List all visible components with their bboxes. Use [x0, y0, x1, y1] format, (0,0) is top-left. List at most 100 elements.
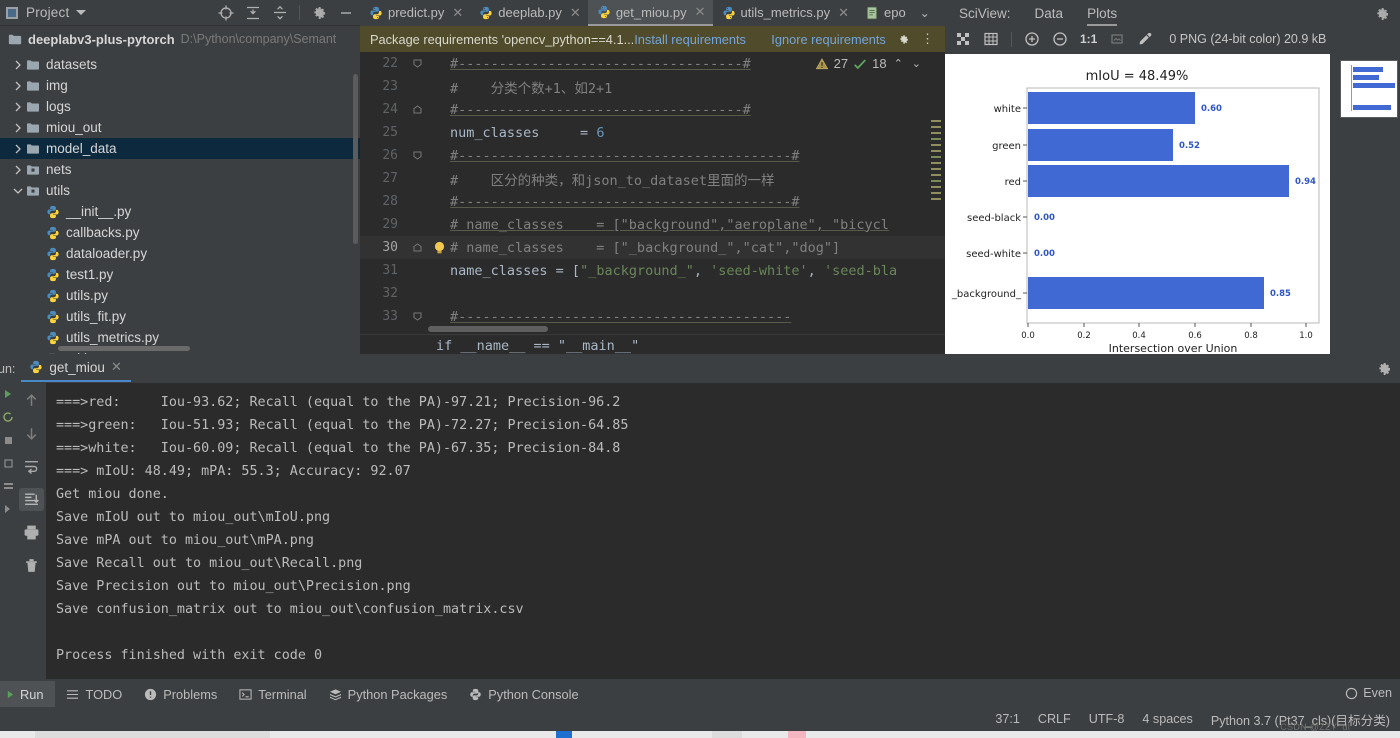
event-log-button[interactable]: Even: [1345, 686, 1392, 700]
tool-window-todo[interactable]: TODO: [55, 687, 133, 702]
check-icon[interactable]: [853, 57, 867, 71]
tree-node-img[interactable]: img: [0, 75, 360, 96]
rerun-failed-icon[interactable]: [2, 411, 14, 423]
soft-wrap-button[interactable]: [19, 455, 44, 478]
gear-icon[interactable]: [1376, 361, 1392, 377]
indent-setting[interactable]: 4 spaces: [1142, 712, 1192, 726]
close-icon[interactable]: ✕: [838, 5, 849, 21]
chevron-right-icon[interactable]: [10, 60, 26, 70]
fold-marker[interactable]: [406, 312, 428, 321]
stop-icon[interactable]: [3, 435, 14, 446]
line-separator[interactable]: CRLF: [1038, 712, 1071, 726]
tab-plots[interactable]: Plots: [1087, 6, 1118, 26]
code-editor[interactable]: 22 #-----------------------------------#…: [360, 52, 945, 354]
inspection-badges[interactable]: 27 18 ⌃ ⌄: [815, 56, 923, 71]
close-icon[interactable]: ✕: [695, 4, 706, 20]
rerun-icon[interactable]: [3, 389, 13, 399]
tool-window-python-packages[interactable]: Python Packages: [318, 687, 459, 702]
tree-node-test1-py[interactable]: test1.py: [0, 264, 360, 285]
grid-icon[interactable]: [983, 31, 999, 47]
arrow-up-button[interactable]: [19, 389, 44, 412]
tree-node-utils-py[interactable]: utils.py: [0, 285, 360, 306]
chevron-right-icon[interactable]: [10, 102, 26, 112]
tool-window-problems[interactable]: Problems: [133, 687, 228, 702]
locate-icon[interactable]: [218, 5, 234, 21]
zoom-ratio-label[interactable]: 1:1: [1080, 32, 1097, 46]
chevron-right-icon[interactable]: [10, 144, 26, 154]
ignore-requirements-link[interactable]: Ignore requirements: [771, 32, 886, 47]
close-icon[interactable]: ✕: [111, 359, 122, 375]
expand-icon[interactable]: [3, 504, 13, 514]
color-picker-icon[interactable]: [1137, 31, 1153, 47]
trash-button[interactable]: [19, 554, 44, 577]
tool-window-run[interactable]: Run: [0, 681, 56, 707]
more-options-icon[interactable]: ⋮: [921, 31, 935, 47]
tree-node-utils[interactable]: utils: [0, 180, 360, 201]
tree-node-init-py[interactable]: __init__.py: [0, 201, 360, 222]
chevron-down-icon[interactable]: ⌄: [910, 57, 923, 70]
pin-icon[interactable]: [3, 458, 14, 469]
console-output[interactable]: ===>red: Iou-93.62; Recall (equal to the…: [46, 383, 1400, 679]
fold-marker[interactable]: [406, 243, 428, 252]
chevron-right-icon[interactable]: [10, 123, 26, 133]
project-dropdown-icon[interactable]: [76, 10, 87, 15]
plot-thumbnail-item[interactable]: [1340, 60, 1398, 118]
crop-icon[interactable]: [1109, 31, 1125, 47]
expand-all-icon[interactable]: [245, 5, 261, 21]
taskbar-icon[interactable]: [788, 731, 806, 738]
tree-node-model-data[interactable]: model_data: [0, 138, 360, 159]
tree-vertical-scrollbar[interactable]: [353, 74, 358, 244]
tree-node-utils-fit-py[interactable]: utils_fit.py: [0, 306, 360, 327]
fold-marker[interactable]: [406, 151, 428, 160]
fold-marker[interactable]: [406, 105, 428, 114]
caret-position[interactable]: 37:1: [995, 712, 1020, 726]
tree-node-datasets[interactable]: datasets: [0, 54, 360, 75]
tree-node-utils-metrics-py[interactable]: utils_metrics.py: [0, 327, 360, 348]
editor-tab-utils-metrics[interactable]: utils_metrics.py ✕: [713, 0, 856, 26]
layout-icon[interactable]: [3, 481, 14, 492]
chevron-right-icon[interactable]: [10, 165, 26, 175]
tree-horizontal-scrollbar[interactable]: [58, 346, 190, 351]
minimize-icon[interactable]: [338, 5, 354, 21]
gear-icon[interactable]: [898, 32, 909, 47]
intention-bulb-icon[interactable]: [428, 241, 450, 255]
file-encoding[interactable]: UTF-8: [1089, 712, 1125, 726]
editor-tab-get-miou[interactable]: get_miou.py ✕: [587, 0, 713, 26]
tree-node-miou-out[interactable]: miou_out: [0, 117, 360, 138]
gear-icon[interactable]: [311, 5, 327, 21]
tab-data[interactable]: Data: [1035, 6, 1064, 26]
tool-window-python-console[interactable]: Python Console: [458, 687, 589, 702]
chevron-right-icon[interactable]: [10, 81, 26, 91]
editor-tab-epo[interactable]: epo: [856, 0, 913, 26]
chevron-down-icon[interactable]: [10, 187, 26, 195]
zoom-out-icon[interactable]: [1052, 31, 1068, 47]
fold-marker[interactable]: [406, 59, 428, 68]
arrow-down-button[interactable]: [19, 422, 44, 445]
chevron-down-icon[interactable]: ⌄: [913, 0, 937, 26]
tree-node-nets[interactable]: nets: [0, 159, 360, 180]
plot-canvas[interactable]: mIoU = 48.49% white green red seed-black…: [945, 54, 1330, 355]
project-root-row[interactable]: deeplabv3-plus-pytorch D:\Python\company…: [0, 26, 360, 52]
editor-horizontal-scrollbar[interactable]: [428, 326, 548, 332]
run-tab-get-miou[interactable]: get_miou ✕: [21, 356, 131, 382]
taskbar-item[interactable]: [35, 731, 270, 738]
warning-triangle-icon[interactable]: [815, 57, 829, 71]
taskbar-icon[interactable]: [556, 731, 572, 738]
editor-tab-predict[interactable]: predict.py ✕: [360, 0, 470, 26]
editor-tab-deeplab[interactable]: deeplab.py ✕: [470, 0, 588, 26]
tool-window-terminal[interactable]: Terminal: [228, 687, 317, 702]
gear-icon[interactable]: [1374, 6, 1390, 22]
tree-node-logs[interactable]: logs: [0, 96, 360, 117]
zoom-in-icon[interactable]: [1024, 31, 1040, 47]
print-button[interactable]: [19, 521, 44, 544]
fit-content-icon[interactable]: [955, 31, 971, 47]
taskbar-item[interactable]: [712, 731, 742, 738]
collapse-all-icon[interactable]: [272, 5, 288, 21]
scroll-to-end-button[interactable]: [18, 488, 44, 511]
chevron-up-icon[interactable]: ⌃: [892, 57, 905, 70]
close-icon[interactable]: ✕: [452, 5, 463, 21]
tree-node-dataloader-py[interactable]: dataloader.py: [0, 243, 360, 264]
tree-node-callbacks-py[interactable]: callbacks.py: [0, 222, 360, 243]
install-requirements-link[interactable]: Install requirements: [634, 32, 746, 47]
close-icon[interactable]: ✕: [570, 5, 581, 21]
